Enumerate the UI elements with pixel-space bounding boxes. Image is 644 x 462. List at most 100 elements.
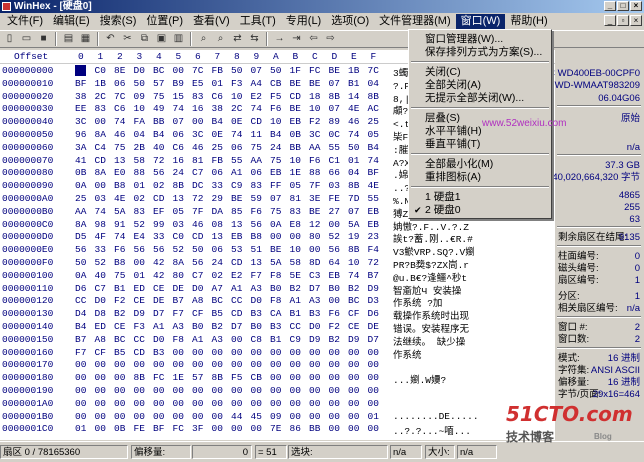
hex-byte[interactable]: 06 (114, 78, 125, 89)
hex-byte[interactable]: D9 (368, 283, 379, 294)
hex-byte[interactable]: 00 (251, 398, 262, 409)
hex-byte[interactable]: A3 (251, 283, 262, 294)
hex-byte[interactable]: BE (270, 244, 281, 255)
hex-byte[interactable]: 83 (95, 103, 106, 114)
hex-byte[interactable]: 13 (114, 155, 125, 166)
hex-byte[interactable]: 18 (309, 91, 320, 102)
hex-byte[interactable]: 0B (114, 423, 125, 434)
hex-byte[interactable]: 12 (309, 219, 320, 230)
hex-byte[interactable]: D8 (95, 308, 106, 319)
hex-byte[interactable]: CE (114, 321, 125, 332)
hex-byte[interactable]: 40 (95, 270, 106, 281)
hex-byte[interactable]: 00 (212, 411, 223, 422)
hex-byte[interactable]: 04 (368, 78, 379, 89)
hex-byte[interactable]: 99 (153, 219, 164, 230)
hex-byte[interactable]: 3A (75, 142, 86, 153)
hex-byte[interactable]: 00 (329, 385, 340, 396)
hex-byte[interactable]: D0 (134, 65, 145, 76)
goto-icon[interactable]: → (272, 32, 287, 46)
hex-byte[interactable]: 00 (173, 347, 184, 358)
hex-byte[interactable]: 3C (75, 116, 86, 127)
hex-byte[interactable]: 00 (192, 347, 203, 358)
hex-byte[interactable]: 33 (153, 231, 164, 242)
hex-row[interactable]: 0000001C0 01 00 0B FE BF FC 3F 00 00 00 7E 86 BB 00 00 0… (0, 423, 555, 437)
hex-byte[interactable]: 33 (75, 65, 87, 76)
hex-byte[interactable]: BF (368, 167, 379, 178)
hex-byte[interactable]: B3 (153, 347, 164, 358)
hex-byte[interactable]: 7F (192, 206, 203, 217)
hex-byte[interactable]: B1 (270, 334, 281, 345)
hex-byte[interactable]: CE (348, 321, 359, 332)
hex-byte[interactable]: 74 (251, 103, 262, 114)
hex-byte[interactable]: 29 (212, 193, 223, 204)
hex-byte[interactable]: 27 (329, 206, 340, 217)
hex-byte[interactable]: BB (309, 423, 320, 434)
hex-byte[interactable]: 8B (348, 244, 359, 255)
hex-byte[interactable]: 56 (329, 244, 340, 255)
hex-byte[interactable]: A3 (212, 334, 223, 345)
hex-byte[interactable]: 05 (173, 206, 184, 217)
hex-byte[interactable]: E4 (134, 231, 145, 242)
hex-byte[interactable]: 00 (309, 359, 320, 370)
hex-byte[interactable]: CE (134, 295, 145, 306)
hex-byte[interactable]: 57 (192, 372, 203, 383)
hex-byte[interactable]: 00 (309, 398, 320, 409)
hex-byte[interactable]: 10 (290, 155, 301, 166)
hex-byte[interactable]: 24 (173, 167, 184, 178)
goto-sector-icon[interactable]: ⇥ (289, 32, 304, 46)
hex-byte[interactable]: C7 (192, 270, 203, 281)
hex-byte[interactable]: 38 (75, 91, 86, 102)
hex-byte[interactable]: 09 (134, 91, 145, 102)
hex-byte[interactable]: 42 (153, 257, 164, 268)
hex-byte[interactable]: 0C (329, 129, 340, 140)
hex-byte[interactable]: 00 (114, 359, 125, 370)
hex-byte[interactable]: B4 (212, 116, 223, 127)
hex-byte[interactable]: F3 (134, 321, 145, 332)
hex-byte[interactable]: A8 (192, 295, 203, 306)
hex-byte[interactable]: 4E (348, 103, 359, 114)
hex-byte[interactable]: B0 (192, 321, 203, 332)
hex-byte[interactable]: 0A (75, 270, 86, 281)
window-menu-item[interactable]: 垂直平铺(T) (411, 138, 549, 151)
hex-byte[interactable]: D5 (75, 231, 86, 242)
hex-byte[interactable]: D4 (75, 308, 86, 319)
hex-byte[interactable]: 83 (134, 206, 145, 217)
hex-byte[interactable]: B3 (270, 321, 281, 332)
hex-byte[interactable]: 02 (212, 270, 223, 281)
hex-byte[interactable]: 56 (251, 219, 262, 230)
hex-byte[interactable]: 7E (270, 423, 281, 434)
hex-byte[interactable]: BE (290, 103, 301, 114)
hex-byte[interactable]: E8 (290, 219, 301, 230)
hex-row[interactable]: 000000110 D6 C7 B1 ED CE DE D0 A7 A1 A3 B0 B2 D7 B0 B2 D… (0, 283, 555, 297)
print-icon[interactable]: ▤ (61, 32, 76, 46)
hex-byte[interactable]: 4F (95, 231, 106, 242)
hex-byte[interactable]: FA (134, 116, 145, 127)
hex-byte[interactable]: 02 (134, 193, 145, 204)
hex-byte[interactable]: 5A (348, 219, 359, 230)
hex-byte[interactable]: FE (329, 193, 340, 204)
hex-byte[interactable]: 00 (75, 385, 86, 396)
hex-byte[interactable]: 00 (348, 347, 359, 358)
hex-byte[interactable]: 00 (368, 385, 379, 396)
hex-byte[interactable]: 75 (251, 142, 262, 153)
hex-byte[interactable]: 3C (309, 129, 320, 140)
hex-byte[interactable]: D9 (134, 308, 145, 319)
hex-byte[interactable]: 01 (212, 78, 223, 89)
hex-byte[interactable]: 10 (290, 244, 301, 255)
hex-byte[interactable]: A1 (192, 334, 203, 345)
find-hex-icon[interactable]: ⌕ (213, 32, 228, 46)
hex-byte[interactable]: 00 (153, 359, 164, 370)
hex-byte[interactable]: F5 (270, 91, 281, 102)
hex-byte[interactable]: 00 (114, 398, 125, 409)
hex-byte[interactable]: F8 (270, 270, 281, 281)
hex-byte[interactable]: DE (173, 283, 184, 294)
menu-9[interactable]: 窗口(W) (455, 14, 506, 29)
hex-byte[interactable]: 45 (251, 411, 262, 422)
paste-icon[interactable]: ▣ (154, 32, 169, 46)
hex-row[interactable]: 0000001B0 00 00 00 00 00 00 00 00 44 45 09 00 00 00 00 0… (0, 411, 555, 423)
hex-byte[interactable]: E2 (251, 91, 262, 102)
hex-byte[interactable]: FC (173, 423, 184, 434)
hex-byte[interactable]: 07 (251, 65, 262, 76)
hex-byte[interactable]: 00 (114, 411, 125, 422)
hex-byte[interactable]: 00 (231, 385, 242, 396)
